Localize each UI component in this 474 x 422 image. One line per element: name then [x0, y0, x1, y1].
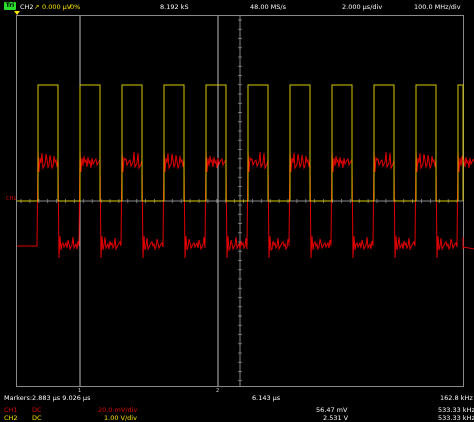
- ch2-measurement: 2.531 V: [323, 414, 349, 422]
- markers-delta: 6.143 µs: [252, 394, 281, 402]
- markers-values: 2.883 µs 9.026 µs: [32, 394, 91, 402]
- markers-frequency: 162.8 kHz: [440, 394, 473, 402]
- ch1-coupling: DC: [32, 406, 42, 414]
- markers-label: Markers:: [4, 394, 33, 402]
- ch2-scale: 1.00 V/div: [104, 414, 137, 422]
- ch1-trace: [17, 149, 474, 259]
- cursor-2-label: 2: [216, 388, 219, 394]
- channel-ground-marker[interactable]: CH1: [6, 196, 16, 202]
- ch2-coupling: DC: [32, 414, 42, 422]
- ch1-scale: 20.0 mV/div: [98, 406, 138, 414]
- ch1-frequency: 533.33 kHz: [438, 406, 474, 414]
- ch2-frequency: 533.33 kHz: [438, 414, 474, 422]
- ch2-name: CH2: [4, 414, 18, 422]
- scope-display[interactable]: 1 2: [0, 0, 474, 422]
- ch1-name: CH1: [4, 406, 18, 414]
- ch1-measurement: 56.47 mV: [316, 406, 348, 414]
